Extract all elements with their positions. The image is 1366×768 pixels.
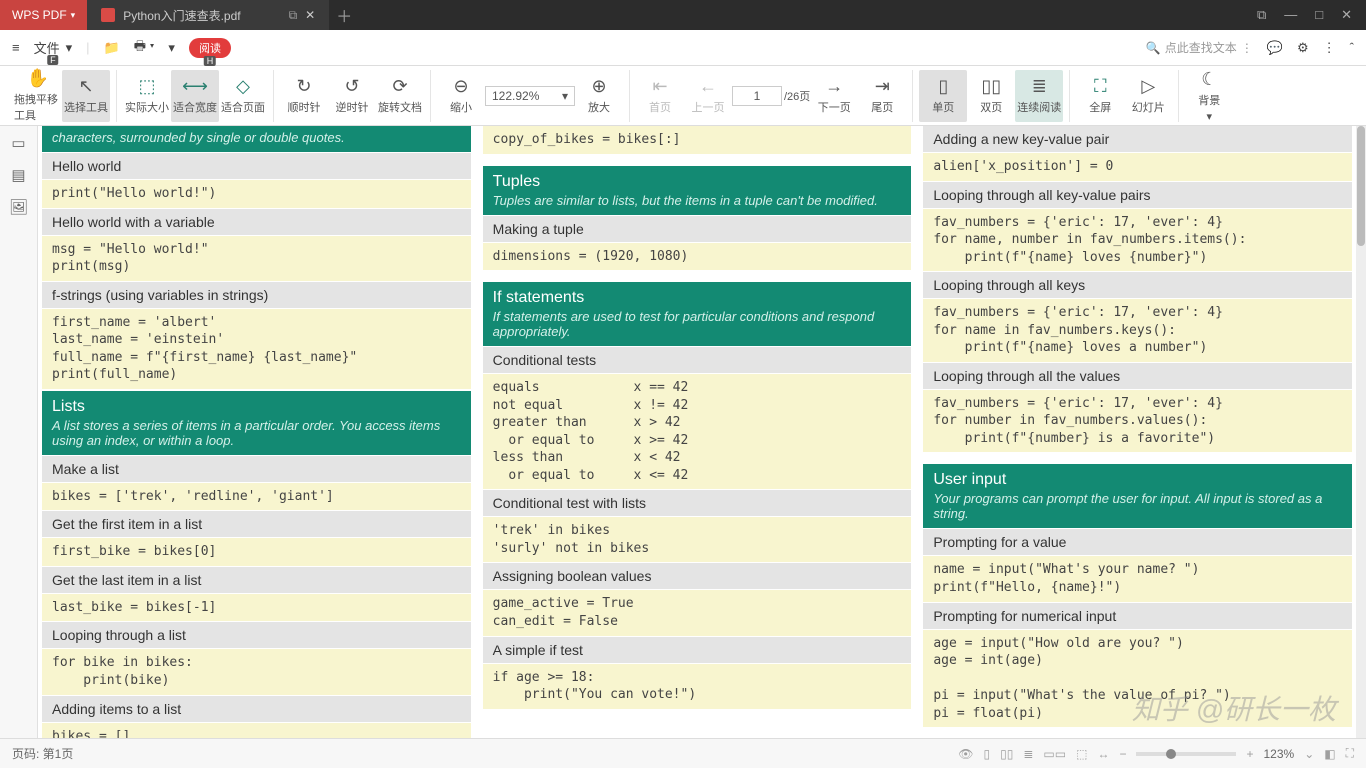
zoom-in[interactable]: ⊕放大 (575, 70, 623, 122)
search-box[interactable]: 🔍 点此查找文本 ⋮ (1146, 39, 1253, 56)
outline-icon[interactable]: ▤ (11, 166, 25, 184)
rotate-ccw[interactable]: ↺逆时针 (328, 70, 376, 122)
window-minimize-icon[interactable]: — (1284, 7, 1297, 23)
window-restore-icon[interactable]: ⧉ (1257, 7, 1266, 23)
document-name: Python入门速查表.pdf (123, 7, 240, 24)
next-page[interactable]: →下一页 (810, 70, 858, 122)
window-maximize-icon[interactable]: □ (1315, 7, 1323, 23)
rotate-doc[interactable]: ⟳旋转文档 (376, 70, 424, 122)
chat-icon[interactable]: 💬 (1267, 40, 1283, 56)
zoom-out-icon[interactable]: − (1119, 747, 1126, 761)
page-input[interactable]: 1 (732, 86, 782, 106)
continuous[interactable]: ≣连续阅读 (1015, 70, 1063, 122)
left-sidebar: ▭ ▤ 🖼 (0, 126, 38, 738)
actual-size[interactable]: ⬚实际大小 (123, 70, 171, 122)
background[interactable]: ☾背景 ▾ (1185, 70, 1233, 122)
read-mode-pill[interactable]: 阅读 (189, 38, 231, 58)
zoom-input[interactable]: 122.92%▾ (485, 86, 575, 106)
eye-icon[interactable]: 👁 (958, 747, 973, 761)
single-page[interactable]: ▯单页 (919, 70, 967, 122)
window-close-icon[interactable]: ✕ (1341, 7, 1352, 23)
tab-popout-icon[interactable]: ⧉ (289, 8, 298, 23)
column-3: Adding a new key-value pairalien['x_posi… (923, 126, 1352, 738)
zoom-slider[interactable] (1136, 752, 1236, 756)
fit-width-icon[interactable]: ↔ (1097, 747, 1109, 761)
column-1: characters, surrounded by single or doub… (42, 126, 471, 738)
status-bar: 页码: 第1页 👁 ▯ ▯▯ ≣ ▭▭ ⬚ ↔ − + 123% ⌄ ◧ ⛶ (0, 738, 1366, 768)
search-icon: 🔍 (1146, 41, 1161, 55)
prev-page[interactable]: ←上一页 (684, 70, 732, 122)
fit-page[interactable]: ◇适合页面 (219, 70, 267, 122)
view-cont-icon[interactable]: ≣ (1023, 747, 1033, 761)
new-tab-button[interactable]: ＋ (329, 3, 359, 27)
chevron-up-icon[interactable]: ˆ (1350, 40, 1354, 55)
rotate-cw[interactable]: ↻顺时针 (280, 70, 328, 122)
first-page[interactable]: ⇤首页 (636, 70, 684, 122)
view-double-icon[interactable]: ▯▯ (1000, 747, 1013, 761)
view-single-icon[interactable]: ▯ (984, 747, 991, 761)
settings-icon[interactable]: ⚙ (1297, 40, 1309, 56)
hamburger-menu[interactable]: ≡ (12, 40, 20, 55)
double-page[interactable]: ▯▯双页 (967, 70, 1015, 122)
menu-bar: ≡ 文件▾ F | 📁 🖶 ▾ ▾ 阅读 H 🔍 点此查找文本 ⋮ 💬 ⚙ ⋮ … (0, 30, 1366, 66)
file-shortcut: F (47, 55, 59, 65)
page-total: /26页 (784, 88, 810, 104)
tab-close-icon[interactable]: ✕ (305, 8, 315, 22)
thumbnails-icon[interactable]: ▭ (11, 134, 25, 152)
sidebar-icon[interactable]: ◧ (1324, 747, 1335, 761)
more-menu-icon[interactable]: ⋮ (1323, 40, 1336, 56)
fullscreen[interactable]: ⛶全屏 (1076, 70, 1124, 122)
status-page: 页码: 第1页 (12, 745, 73, 762)
file-menu[interactable]: 文件▾ F (34, 38, 73, 57)
pdf-icon (101, 8, 115, 22)
select-tool[interactable]: ↖选择工具 (62, 70, 110, 122)
document-tab[interactable]: Python入门速查表.pdf ⧉ ✕ (87, 0, 329, 30)
title-bar: WPS PDF▾ Python入门速查表.pdf ⧉ ✕ ＋ ⧉ — □ ✕ (0, 0, 1366, 30)
zoom-out[interactable]: ⊖缩小 (437, 70, 485, 122)
read-shortcut: H (204, 56, 217, 66)
more-icon[interactable]: ▾ (168, 40, 175, 56)
vertical-scrollbar[interactable] (1356, 126, 1366, 738)
last-page[interactable]: ⇥尾页 (858, 70, 906, 122)
app-name-tab: WPS PDF▾ (0, 0, 87, 30)
fit-icon[interactable]: ⬚ (1076, 747, 1087, 761)
fullscreen-icon[interactable]: ⛶ (1346, 746, 1354, 761)
document-viewport[interactable]: characters, surrounded by single or doub… (38, 126, 1356, 738)
pan-tool[interactable]: ✋拖拽平移工具 (14, 70, 62, 122)
folder-open-icon[interactable]: 📁 (104, 40, 120, 56)
collapse-icon[interactable]: ⌄ (1304, 747, 1314, 761)
zoom-in-icon[interactable]: + (1246, 747, 1253, 761)
slideshow[interactable]: ▷幻灯片 (1124, 70, 1172, 122)
fit-width[interactable]: ⟷适合宽度 (171, 70, 219, 122)
image-icon[interactable]: 🖼 (9, 198, 28, 216)
status-zoom: 123% (1263, 747, 1294, 761)
toolbar: ✋拖拽平移工具 ↖选择工具 ⬚实际大小 ⟷适合宽度 ◇适合页面 ↻顺时针 ↺逆时… (0, 66, 1366, 126)
view-book-icon[interactable]: ▭▭ (1043, 747, 1066, 761)
column-2: copy_of_bikes = bikes[:] TuplesTuples ar… (483, 126, 912, 738)
print-icon[interactable]: 🖶 ▾ (134, 37, 155, 59)
